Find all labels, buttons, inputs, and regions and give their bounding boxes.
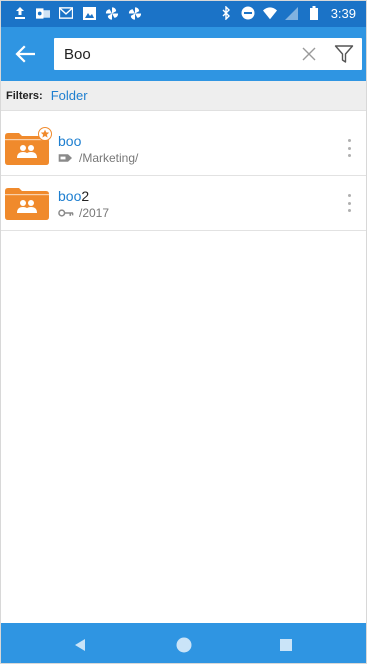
- square-recents-icon: [280, 639, 292, 651]
- item-path: /Marketing/: [58, 151, 138, 165]
- search-box: [54, 38, 362, 70]
- clear-search-button[interactable]: [298, 43, 320, 65]
- item-path: /2017: [58, 206, 109, 220]
- app-window: 3:39 Filters: Folder: [0, 0, 367, 664]
- filter-chip-folder[interactable]: Folder: [51, 88, 88, 103]
- search-app-bar: [1, 27, 366, 81]
- path-text: /Marketing/: [79, 151, 139, 165]
- title-rest: 2: [81, 188, 90, 204]
- arrow-left-icon: [15, 45, 35, 63]
- shared-folder-icon: [5, 188, 49, 220]
- status-bar-system: 3:39: [219, 5, 356, 21]
- item-title: boo: [58, 133, 81, 149]
- gmail-icon: [59, 5, 73, 21]
- search-input[interactable]: [64, 38, 284, 70]
- filter-button[interactable]: [332, 42, 356, 66]
- key-icon: [58, 207, 74, 219]
- close-icon: [302, 47, 316, 61]
- battery-icon: [307, 5, 321, 21]
- system-nav-bar: [1, 623, 366, 663]
- filters-bar: Filters: Folder: [1, 81, 366, 111]
- pinwheel-icon: [128, 5, 142, 21]
- status-bar: 3:39: [1, 1, 366, 27]
- more-options-button[interactable]: [346, 194, 352, 212]
- image-icon: [82, 5, 96, 21]
- nav-back-button[interactable]: [69, 634, 91, 656]
- path-text: /2017: [79, 206, 110, 220]
- list-item[interactable]: boo2 /2017: [1, 176, 366, 231]
- status-bar-notifications: [13, 5, 142, 21]
- filters-label: Filters:: [6, 89, 43, 102]
- outlook-icon: [36, 5, 50, 21]
- nav-recents-button[interactable]: [275, 634, 297, 656]
- back-button[interactable]: [9, 38, 41, 70]
- triangle-back-icon: [75, 639, 85, 651]
- nav-home-button[interactable]: [173, 634, 195, 656]
- filter-icon: [334, 45, 354, 63]
- do-not-disturb-icon: [241, 5, 255, 21]
- status-time: 3:39: [330, 5, 356, 21]
- upload-icon: [13, 5, 27, 21]
- item-title: boo2: [58, 188, 89, 204]
- wifi-icon: [262, 5, 277, 21]
- pinwheel-icon: [105, 5, 119, 21]
- results-list: boo /Marketing/ boo2 /2017: [1, 121, 366, 231]
- list-item[interactable]: boo /Marketing/: [1, 121, 366, 176]
- more-options-button[interactable]: [346, 139, 352, 157]
- label-icon: [58, 152, 74, 164]
- title-match: boo: [58, 188, 82, 204]
- title-match: boo: [58, 133, 82, 149]
- bluetooth-icon: [219, 5, 233, 21]
- favorite-star-icon: [38, 127, 52, 141]
- circle-home-icon: [176, 637, 192, 653]
- signal-icon: [285, 5, 299, 21]
